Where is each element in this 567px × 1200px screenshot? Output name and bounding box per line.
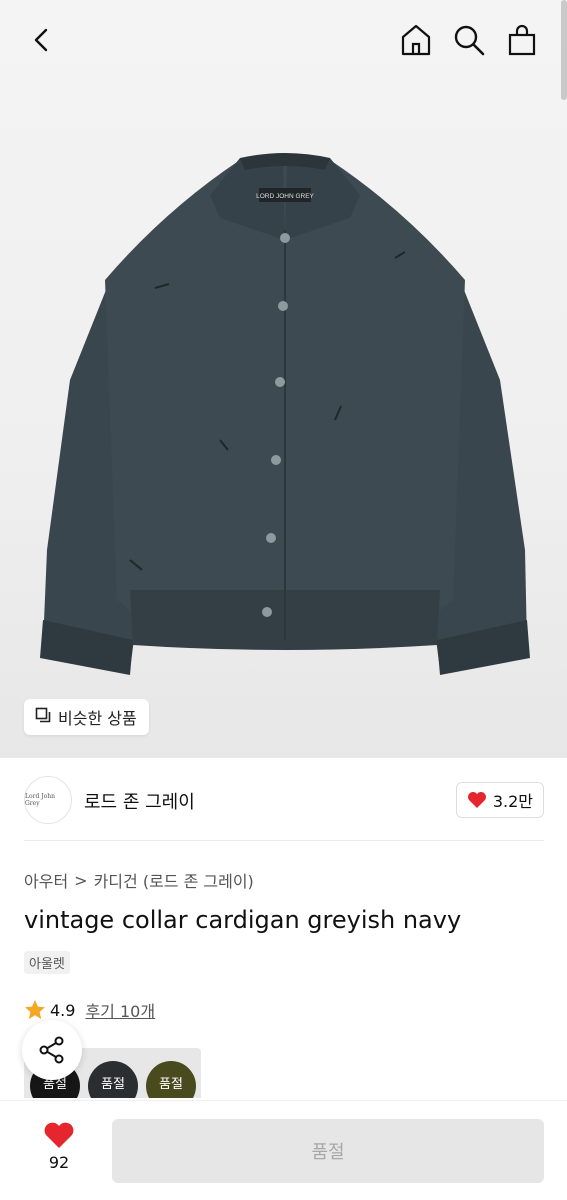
color-option[interactable]: 품절 xyxy=(88,1061,138,1098)
breadcrumb-separator: > xyxy=(74,870,88,890)
wishlist-count: 92 xyxy=(48,1153,70,1172)
breadcrumb-subcategory[interactable]: 카디건 (로드 존 그레이) xyxy=(94,868,254,892)
search-icon xyxy=(454,25,485,56)
similar-products-label: 비슷한 상품 xyxy=(58,709,137,728)
outlet-tag: 아울렛 xyxy=(24,951,70,974)
breadcrumb: 아우터 > 카디건 (로드 존 그레이) xyxy=(24,868,254,892)
bottom-action-bar: 92 품절 xyxy=(0,1100,567,1200)
divider xyxy=(24,840,544,841)
product-title: vintage collar cardigan greyish navy xyxy=(24,906,462,934)
back-button[interactable] xyxy=(22,20,62,60)
brand-logo-text: Lord John Grey xyxy=(25,793,55,807)
brand-row[interactable]: Lord John Grey 로드 존 그레이 3.2만 xyxy=(24,776,544,824)
similar-products-button[interactable]: 비슷한 상품 xyxy=(24,699,149,735)
sold-out-label: 품절 xyxy=(101,1077,125,1092)
brand-name[interactable]: 로드 존 그레이 xyxy=(84,788,195,814)
cart-button[interactable] xyxy=(502,20,542,60)
shopping-bag-icon xyxy=(508,24,536,56)
rating-row: 4.9 후기 10개 xyxy=(24,998,155,1022)
share-button[interactable] xyxy=(22,1020,82,1080)
brand-logo[interactable]: Lord John Grey xyxy=(24,776,72,824)
home-button[interactable] xyxy=(396,20,436,60)
search-button[interactable] xyxy=(449,20,489,60)
copy-icon xyxy=(34,706,52,728)
product-image: LORD JOHN GREY xyxy=(40,153,530,675)
chevron-left-icon xyxy=(34,28,48,52)
heart-icon xyxy=(467,792,486,808)
breadcrumb-category[interactable]: 아우터 xyxy=(24,868,68,892)
brand-like-button[interactable]: 3.2만 xyxy=(455,782,544,818)
wishlist-button[interactable]: 92 xyxy=(24,1121,94,1172)
color-option[interactable]: 품절 xyxy=(146,1061,196,1098)
brand-like-count: 3.2만 xyxy=(492,792,533,811)
home-icon xyxy=(401,24,431,56)
product-image-area[interactable]: LORD JOHN GREY 비슷한 상품 xyxy=(0,0,567,758)
top-navigation-bar xyxy=(0,0,567,80)
sold-out-label: 품절 xyxy=(159,1077,183,1092)
review-link[interactable]: 후기 10개 xyxy=(85,998,155,1022)
garment-label: LORD JOHN GREY xyxy=(256,193,314,200)
heart-icon xyxy=(44,1122,74,1148)
rating-score: 4.9 xyxy=(50,1000,76,1020)
share-icon xyxy=(39,1036,64,1064)
star-icon xyxy=(25,1000,45,1019)
purchase-button[interactable]: 품절 xyxy=(112,1119,544,1183)
purchase-button-label: 품절 xyxy=(311,1142,345,1163)
